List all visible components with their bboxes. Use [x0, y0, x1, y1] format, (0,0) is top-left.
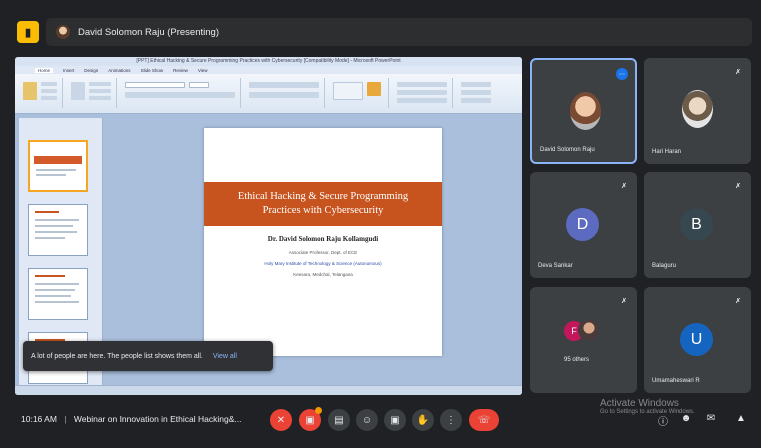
participant-tile[interactable]: D ✗ Deva Sankar [530, 172, 637, 278]
meet-logo-icon: ▮ [17, 21, 39, 43]
ppt-ribbon-tabs: Home Insert Design Animations Slide Show… [15, 66, 522, 74]
participant-photo [570, 92, 601, 130]
participant-tile[interactable]: ✗ Hari Haran [644, 58, 751, 164]
participant-name: David Solomon Raju [540, 147, 595, 153]
ppt-ribbon [15, 74, 522, 114]
ppt-tab-review: Review [173, 67, 188, 73]
slide-institute: Holy Mary Institute of Technology & Scie… [264, 261, 382, 266]
presenter-avatar [56, 25, 70, 39]
ppt-tab-view: View [197, 67, 208, 73]
mic-off-icon: ✗ [621, 183, 627, 190]
present-icon[interactable]: ▣ [384, 409, 406, 431]
participant-avatar: U [680, 323, 713, 356]
meeting-title: Webinar on Innovation in Ethical Hacking… [73, 414, 242, 424]
people-icon[interactable]: ☻ [680, 413, 692, 427]
slide-role: Associate Professor, Dept. of ECE [288, 250, 358, 255]
presenter-bar[interactable]: David Solomon Raju (Presenting) [46, 18, 752, 46]
ppt-tab-design: Design [84, 67, 99, 73]
ribbon-group-clipboard [19, 78, 63, 108]
meeting-info: 10:16 AM | Webinar on Innovation in Ethi… [21, 414, 241, 424]
end-call-icon[interactable]: ☏ [469, 409, 499, 431]
others-avatars: F [564, 319, 608, 345]
mic-off-icon: ✗ [735, 183, 741, 190]
info-icon[interactable]: ⓘ [657, 413, 669, 428]
ribbon-group-slides [67, 78, 117, 108]
participant-avatar: D [566, 208, 599, 241]
participant-name: 95 others [564, 357, 590, 363]
mic-off-icon: ✗ [735, 298, 741, 305]
view-all-link[interactable]: View all [213, 353, 237, 360]
participant-name: Umamaheswari R [652, 378, 700, 384]
presenter-label: David Solomon Raju (Presenting) [78, 26, 219, 38]
slide-author: Dr. David Solomon Raju Kollamgudi [267, 235, 379, 243]
current-slide: Ethical Hacking & Secure Programming Pra… [204, 128, 442, 356]
participant-photo [578, 319, 600, 341]
captions-icon[interactable]: ▤ [328, 409, 350, 431]
notification-dot [315, 407, 322, 414]
slide-title: Ethical Hacking & Secure Programming Pra… [204, 182, 442, 226]
participant-name: Hari Haran [652, 149, 682, 155]
meeting-time: 10:16 AM [21, 414, 57, 424]
ppt-window-title: [PPT] Ethical Hacking & Secure Programmi… [15, 57, 522, 66]
slide-thumbnail [28, 268, 88, 320]
participant-tile-others[interactable]: F ✗ 95 others [530, 287, 637, 393]
speaking-indicator-icon: ⋯ [616, 68, 628, 80]
slide-location: Keesara, Medchal, Telangana [293, 272, 353, 277]
watermark-title: Activate Windows [600, 398, 679, 409]
ribbon-group-styles [393, 78, 453, 108]
ppt-tab-slideshow: Slide Show [140, 67, 164, 73]
mic-off-icon: ✗ [735, 69, 741, 76]
ribbon-group-editing [457, 78, 497, 108]
chat-icon[interactable]: ✉ [705, 413, 717, 427]
raise-hand-icon[interactable]: ✋ [412, 409, 434, 431]
ribbon-group-drawing [329, 78, 389, 108]
ppt-tab-animations: Animations [108, 67, 131, 73]
more-options-icon[interactable]: ⋮ [440, 409, 462, 431]
participant-tile[interactable]: U ✗ Umamaheswari R [644, 287, 751, 393]
participant-photo [682, 90, 713, 128]
toast-message: A lot of people are here. The people lis… [31, 352, 203, 360]
camera-icon[interactable]: ▣ [299, 407, 322, 431]
participant-avatar: B [680, 208, 713, 241]
people-toast: A lot of people are here. The people lis… [23, 341, 273, 371]
slide-thumbnail [28, 204, 88, 256]
participant-tile[interactable]: B ✗ Balaguru [644, 172, 751, 278]
ppt-tab-home: Home [35, 67, 54, 73]
ppt-tab-insert: Insert [63, 67, 75, 73]
activities-icon[interactable]: ▲ [735, 413, 747, 427]
meeting-separator: | [64, 414, 67, 424]
mic-off-icon[interactable]: ✕ [270, 409, 292, 431]
participant-name: Deva Sankar [538, 263, 573, 269]
mic-off-icon: ✗ [621, 298, 627, 305]
slide-thumbnail [28, 140, 88, 192]
participant-name: Balaguru [652, 263, 677, 269]
participant-tile[interactable]: ⋯ David Solomon Raju [530, 58, 637, 164]
emoji-icon[interactable]: ☺ [356, 409, 378, 431]
ribbon-group-font [121, 78, 241, 108]
ppt-status-bar [15, 385, 522, 395]
ribbon-group-paragraph [245, 78, 325, 108]
